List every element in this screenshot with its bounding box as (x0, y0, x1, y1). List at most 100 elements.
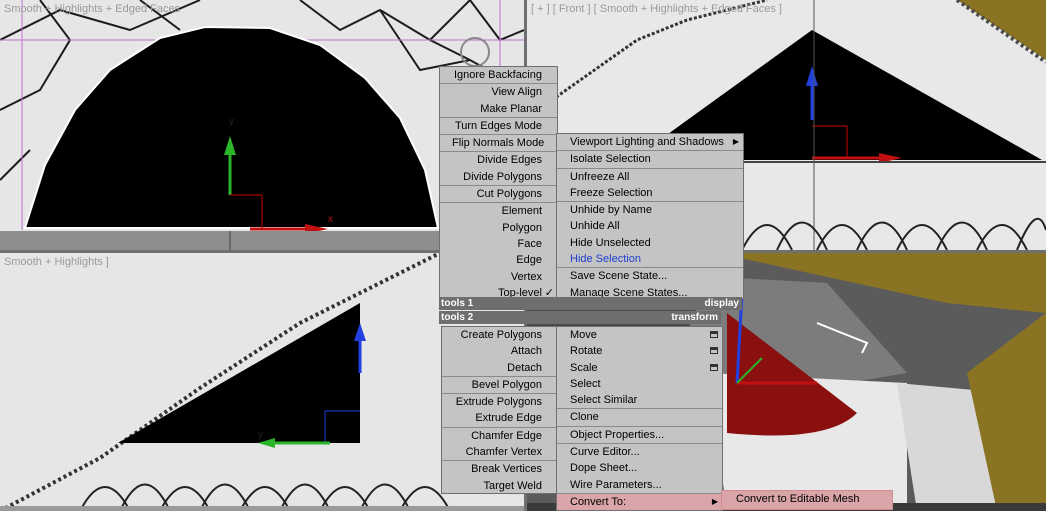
menu-item-wire-parameters[interactable]: Wire Parameters... (557, 477, 722, 493)
axis-y-label-bottom: y (258, 429, 263, 440)
menu-item-extrude-polygons[interactable]: Extrude Polygons (442, 393, 557, 410)
menu-item-vertex[interactable]: Vertex (440, 269, 557, 285)
menu-item-label: Unhide by Name (570, 204, 652, 217)
menu-item-convert-to[interactable]: Convert To: ▶ (557, 492, 722, 511)
menu-item-scale[interactable]: Scale (557, 360, 722, 376)
menu-item-rotate[interactable]: Rotate (557, 343, 722, 359)
menu-item-target-weld[interactable]: Target Weld (442, 478, 557, 494)
menu-item-divide-polygons[interactable]: Divide Polygons (440, 169, 557, 185)
menu-item-label: Detach (507, 361, 542, 374)
quad-display-menu: Viewport Lighting and Shadows ▶ Isolate S… (556, 133, 744, 299)
menu-item-label: Clone (570, 411, 599, 424)
menu-item-label: Cut Polygons (476, 188, 542, 201)
menu-item-isolate-selection[interactable]: Isolate Selection (557, 150, 743, 167)
quad-header-bottom: tools 2 transform (439, 311, 721, 324)
menu-item-edge[interactable]: Edge (440, 252, 557, 268)
menu-item-ignore-backfacing[interactable]: Ignore Backfacing (440, 67, 557, 83)
menu-item-label: Make Planar (480, 102, 542, 115)
menu-item-label: Hide Unselected (570, 236, 651, 249)
menu-item-attach[interactable]: Attach (442, 343, 557, 359)
axis-y-label: y (229, 116, 234, 127)
menu-item-face[interactable]: Face (440, 236, 557, 252)
menu-item-label: Bevel Polygon (471, 378, 542, 391)
menu-item-label: Turn Edges Mode (454, 119, 542, 132)
menu-item-label: Move (570, 329, 597, 341)
menu-item-label: Convert To: (570, 495, 627, 508)
menu-item-label: Attach (510, 345, 542, 358)
menu-item-unfreeze-all[interactable]: Unfreeze All (557, 167, 743, 185)
menu-item-extrude-edge[interactable]: Extrude Edge (442, 410, 557, 426)
menu-item-create-polygons[interactable]: Create Polygons (442, 327, 557, 343)
menu-item-unhide-all[interactable]: Unhide All (557, 218, 743, 234)
menu-item-label: Scale (570, 361, 598, 374)
menu-item-convert-to-editable-mesh[interactable]: Convert to Editable Mesh (722, 491, 892, 508)
menu-item-label: Divide Edges (477, 154, 542, 167)
menu-item-turn-edges-mode[interactable]: Turn Edges Mode (440, 116, 557, 134)
menu-item-polygon[interactable]: Polygon (440, 220, 557, 236)
menu-item-label: Divide Polygons (463, 170, 542, 183)
menu-item-object-properties[interactable]: Object Properties... (557, 425, 722, 443)
menu-item-label: Chamfer Edge (471, 429, 542, 442)
menu-item-label: Break Vertices (471, 463, 542, 476)
menu-item-make-planar[interactable]: Make Planar (440, 101, 557, 117)
menu-item-select[interactable]: Select (557, 376, 722, 392)
quad-transform-menu: Move Rotate Scale Select Select Similar … (556, 326, 723, 511)
menu-item-freeze-selection[interactable]: Freeze Selection (557, 185, 743, 201)
menu-item-divide-edges[interactable]: Divide Edges (440, 151, 557, 168)
menu-item-element[interactable]: Element (440, 202, 557, 219)
quad-tools1-menu: Ignore Backfacing View Align Make Planar… (439, 66, 558, 299)
menu-item-label: Element (501, 205, 542, 218)
menu-item-label: Vertex (510, 270, 542, 283)
menu-item-select-similar[interactable]: Select Similar (557, 392, 722, 408)
header-tools1: tools 1 (441, 298, 474, 309)
header-tools2: tools 2 (441, 312, 474, 323)
menu-item-label: Create Polygons (460, 329, 542, 341)
menu-item-label: Select Similar (570, 394, 638, 407)
menu-item-label: Viewport Lighting and Shadows (570, 136, 724, 148)
menu-item-label: Convert to Editable Mesh (736, 493, 860, 505)
menu-item-dope-sheet[interactable]: Dope Sheet... (557, 460, 722, 476)
menu-item-label: Freeze Selection (570, 186, 653, 199)
menu-item-viewport-lighting[interactable]: Viewport Lighting and Shadows ▶ (557, 134, 743, 150)
settings-box-icon[interactable] (710, 363, 718, 371)
menu-item-unhide-by-name[interactable]: Unhide by Name (557, 201, 743, 218)
menu-item-label: Save Scene State... (570, 270, 668, 283)
menu-item-label: Target Weld (483, 479, 543, 492)
menu-item-cut-polygons[interactable]: Cut Polygons (440, 185, 557, 202)
axis-x-label: x (328, 214, 333, 225)
menu-item-label: Face (517, 237, 542, 250)
settings-box-icon[interactable] (710, 347, 718, 355)
menu-item-hide-selection[interactable]: Hide Selection (557, 251, 743, 267)
menu-item-label: Edge (516, 254, 542, 267)
menu-item-view-align[interactable]: View Align (440, 83, 557, 100)
menu-item-label: Ignore Backfacing (453, 69, 542, 81)
menu-item-clone[interactable]: Clone (557, 408, 722, 425)
menu-item-label: Wire Parameters... (570, 478, 662, 491)
menu-item-move[interactable]: Move (557, 327, 722, 343)
menu-item-label: Dope Sheet... (570, 462, 638, 475)
menu-item-chamfer-edge[interactable]: Chamfer Edge (442, 426, 557, 444)
menu-item-curve-editor[interactable]: Curve Editor... (557, 443, 722, 460)
menu-item-label: Curve Editor... (570, 446, 640, 459)
menu-item-label: Rotate (570, 345, 603, 358)
menu-item-flip-normals-mode[interactable]: Flip Normals Mode (440, 134, 557, 151)
viewport-top-right-label: [ + ] [ Front ] [ Smooth + Highlights + … (531, 3, 782, 15)
menu-item-chamfer-vertex[interactable]: Chamfer Vertex (442, 444, 557, 460)
convert-to-submenu: Convert to Editable Mesh (721, 490, 893, 510)
menu-item-hide-unselected[interactable]: Hide Unselected (557, 235, 743, 251)
submenu-arrow-icon: ▶ (732, 137, 739, 146)
quad-header-top: tools 1 display (439, 297, 742, 310)
submenu-arrow-icon: ▶ (711, 496, 718, 506)
menu-item-label: Flip Normals Mode (452, 137, 545, 150)
menu-item-save-scene-state[interactable]: Save Scene State... (557, 267, 743, 284)
menu-item-label: Select (570, 377, 601, 390)
menu-item-label: Extrude Edge (475, 412, 542, 425)
menu-item-detach[interactable]: Detach (442, 360, 557, 376)
menu-item-label: Extrude Polygons (455, 396, 542, 409)
menu-item-label: Object Properties... (570, 428, 665, 441)
viewport-bottom-left-label: Smooth + Highlights ] (4, 256, 109, 268)
menu-item-break-vertices[interactable]: Break Vertices (442, 460, 557, 477)
menu-item-label: Polygon (502, 221, 542, 234)
settings-box-icon[interactable] (710, 331, 718, 338)
menu-item-bevel-polygon[interactable]: Bevel Polygon (442, 375, 557, 393)
